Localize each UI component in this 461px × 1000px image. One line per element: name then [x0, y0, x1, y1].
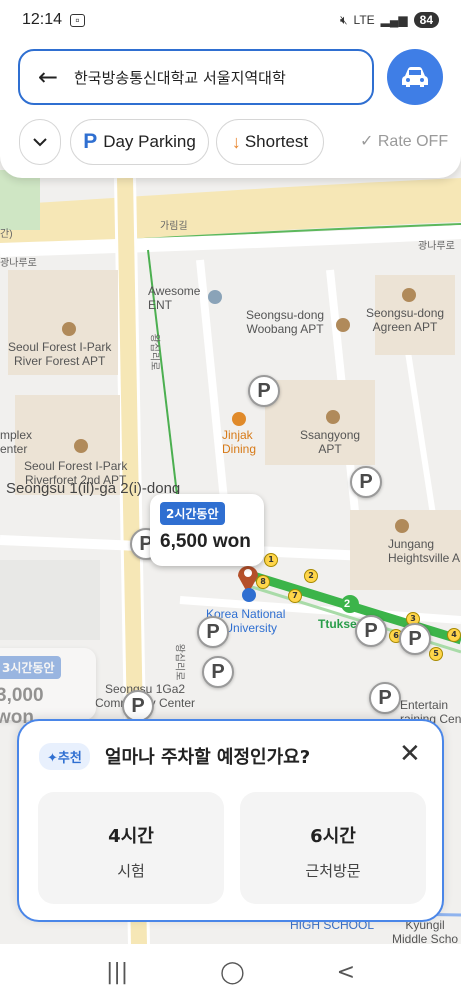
parking-marker[interactable]: P	[202, 656, 234, 688]
duration-question: 얼마나 주차할 예정인가요?	[105, 747, 311, 768]
check-icon: ✓	[360, 133, 374, 150]
road-label-wangsimni-2: 왕십리로	[173, 643, 185, 681]
district-label-seongsu: Seongsu 1(il)-ga 2(i)-dong	[6, 480, 181, 497]
music-icon	[208, 290, 222, 304]
parking-marker[interactable]: P	[355, 615, 387, 647]
poi-jungang-heightsville[interactable]: Jungang Heightsville A	[388, 537, 460, 565]
block-west	[0, 560, 100, 640]
restaurant-icon	[232, 412, 246, 426]
poi-woobang-apt[interactable]: Seongsu-dong Woobang APT	[246, 308, 324, 336]
apartment-icon	[336, 318, 350, 332]
rate-toggle[interactable]: ✓ Rate OFF	[360, 131, 448, 151]
road-label-wangsimni-1: 왕십리로	[148, 333, 160, 371]
search-input[interactable]: ← 한국방송통신대학교 서울지역대학	[18, 49, 374, 105]
shortest-filter[interactable]: ↓ Shortest	[216, 119, 324, 165]
recents-icon[interactable]: |||	[106, 960, 128, 985]
apartment-icon	[326, 410, 340, 424]
road-label-gan: 간)	[0, 229, 13, 240]
mute-icon: 🔇︎	[339, 12, 348, 27]
parking-price: 6,500 won	[160, 531, 251, 552]
screen-record-icon: ▫	[70, 13, 86, 27]
apartment-icon	[402, 288, 416, 302]
university-icon	[242, 588, 256, 602]
parking-marker[interactable]: P	[350, 466, 382, 498]
poi-kyungil-middle-school[interactable]: Kyungil Middle Scho	[392, 918, 458, 946]
poi-ssangyong-apt[interactable]: Ssangyong APT	[300, 428, 360, 456]
system-nav-bar: ||| ◯ <	[0, 944, 461, 1000]
poi-river-forest-apt[interactable]: Seoul Forest I-Park River Forest APT	[8, 340, 111, 368]
network-label: LTE	[353, 13, 375, 27]
station-number-badge: 2	[304, 569, 318, 583]
parking-marker[interactable]: P	[122, 690, 154, 722]
top-panel: 12:14 ▫ 🔇︎ LTE ▂▄▆ 84 ← 한국방송통신대학교 서울지역대학…	[0, 0, 461, 178]
parking-price-callout[interactable]: 3시간동안 3,000 won	[0, 648, 96, 728]
apartment-icon	[395, 519, 409, 533]
poi-complex-center[interactable]: mplex enter	[0, 428, 32, 456]
shortest-label: Shortest	[244, 132, 309, 151]
parking-icon: P	[83, 130, 98, 153]
parking-price-callout[interactable]: 2시간동안 6,500 won	[150, 494, 264, 566]
option-description: 시험	[117, 862, 145, 880]
apartment-icon	[62, 322, 76, 336]
recommend-badge: ✦추천	[39, 743, 90, 770]
road-label-garimgil: 가림길	[160, 221, 188, 232]
duration-option-6h[interactable]: 6시간 근처방문	[240, 792, 426, 904]
duration-tag: 3시간동안	[0, 656, 61, 679]
line-2-number: 2	[344, 598, 351, 610]
duration-tag: 2시간동안	[160, 502, 225, 525]
station-number-badge: 5	[429, 647, 443, 661]
signal-icon: ▂▄▆	[380, 13, 408, 27]
poi-awesome-ent[interactable]: Awesome ENT	[148, 284, 200, 312]
sort-down-icon: ↓	[231, 131, 241, 152]
station-number-badge: 1	[264, 553, 278, 567]
duration-prompt-sheet: ✦추천 얼마나 주차할 예정인가요? ✕ 4시간 시험 6시간 근처방문	[17, 719, 444, 922]
status-icons: 🔇︎ LTE ▂▄▆ 84	[340, 12, 439, 28]
expand-filters-button[interactable]	[19, 119, 61, 165]
home-icon[interactable]: ◯	[220, 960, 245, 985]
battery-level: 84	[413, 12, 439, 28]
option-hours: 4시간	[108, 826, 154, 847]
status-bar: 12:14 ▫ 🔇︎ LTE ▂▄▆ 84	[0, 0, 461, 40]
duration-option-4h[interactable]: 4시간 시험	[38, 792, 224, 904]
option-description: 근처방문	[305, 862, 361, 880]
park-area	[0, 170, 40, 230]
poi-agreen-apt[interactable]: Seongsu-dong Agreen APT	[366, 306, 444, 334]
apartment-icon	[74, 439, 88, 453]
rate-label: Rate OFF	[377, 133, 449, 150]
chevron-down-icon	[33, 137, 47, 146]
status-time: 12:14	[22, 11, 63, 28]
car-mode-button[interactable]	[387, 49, 443, 105]
station-number-badge: 7	[288, 589, 302, 603]
car-icon	[402, 67, 428, 87]
back-icon[interactable]: <	[337, 960, 355, 985]
option-hours: 6시간	[310, 826, 356, 847]
back-arrow-icon[interactable]: ←	[38, 63, 64, 91]
parking-marker[interactable]: P	[248, 375, 280, 407]
road-label-gwangnaru-west: 광나루로	[0, 258, 37, 269]
parking-marker[interactable]: P	[197, 616, 229, 648]
day-parking-filter[interactable]: P Day Parking	[70, 119, 209, 165]
station-number-badge: 4	[447, 628, 461, 642]
day-parking-label: Day Parking	[103, 132, 196, 151]
road-label-gwangnaru-east: 광나루로	[418, 241, 455, 252]
parking-marker[interactable]: P	[399, 623, 431, 655]
parking-marker[interactable]: P	[369, 682, 401, 714]
poi-jinjak-dining[interactable]: Jinjak Dining	[222, 428, 256, 456]
close-icon[interactable]: ✕	[399, 741, 421, 767]
station-label-ttukseom[interactable]: Ttukse	[318, 617, 357, 631]
search-query: 한국방송통신대학교 서울지역대학	[74, 68, 286, 87]
